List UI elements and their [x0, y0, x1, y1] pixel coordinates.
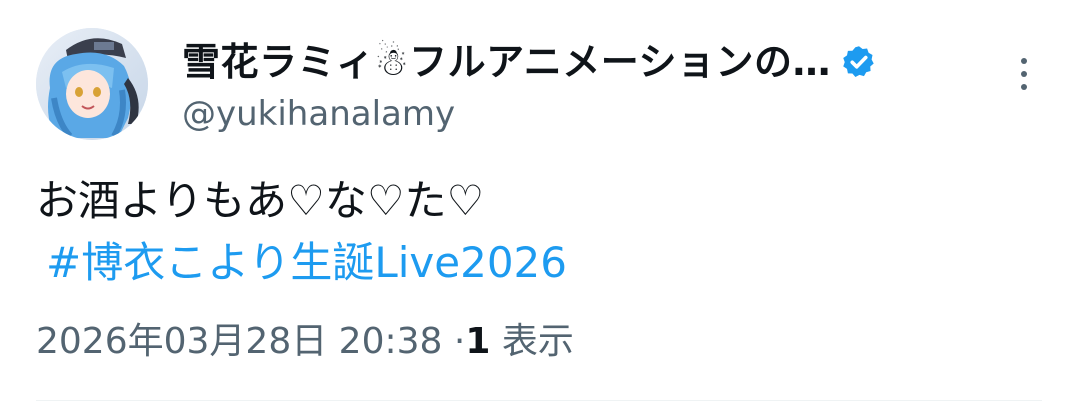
divider — [36, 400, 1042, 401]
more-dot — [1021, 58, 1027, 64]
author-handle[interactable]: @yukihanalamy — [182, 92, 982, 136]
tweet-header: 雪花ラミィ☃フルアニメーションの… @yukihanalamy — [182, 38, 982, 136]
name-row: 雪花ラミィ☃フルアニメーションの… — [182, 38, 982, 86]
tweet-text: お酒よりもあ♡な♡た♡ — [36, 176, 485, 225]
more-dot — [1021, 84, 1027, 90]
author-display-name[interactable]: 雪花ラミィ☃フルアニメーションの… — [182, 38, 831, 86]
views-label: 表示 — [501, 321, 574, 362]
meta-separator: · — [453, 321, 466, 362]
avatar[interactable] — [36, 28, 148, 140]
tweet-timestamp[interactable]: 2026年03月28日 20:38 — [36, 321, 442, 362]
views-count: 1 — [465, 321, 491, 362]
hashtag-link[interactable]: #博衣こより生誕Live2026 — [46, 232, 567, 294]
verified-badge-icon — [843, 46, 874, 77]
more-dot — [1021, 71, 1027, 77]
tweet-card: 雪花ラミィ☃フルアニメーションの… @yukihanalamy お酒よりもあ♡な… — [0, 0, 1078, 408]
more-options-icon[interactable] — [1014, 54, 1034, 94]
tweet-meta: 2026年03月28日 20:38 ·1 表示 — [36, 318, 574, 366]
avatar-icon — [36, 28, 148, 140]
tweet-body: お酒よりもあ♡な♡た♡ #博衣こより生誕Live2026 — [36, 170, 567, 294]
